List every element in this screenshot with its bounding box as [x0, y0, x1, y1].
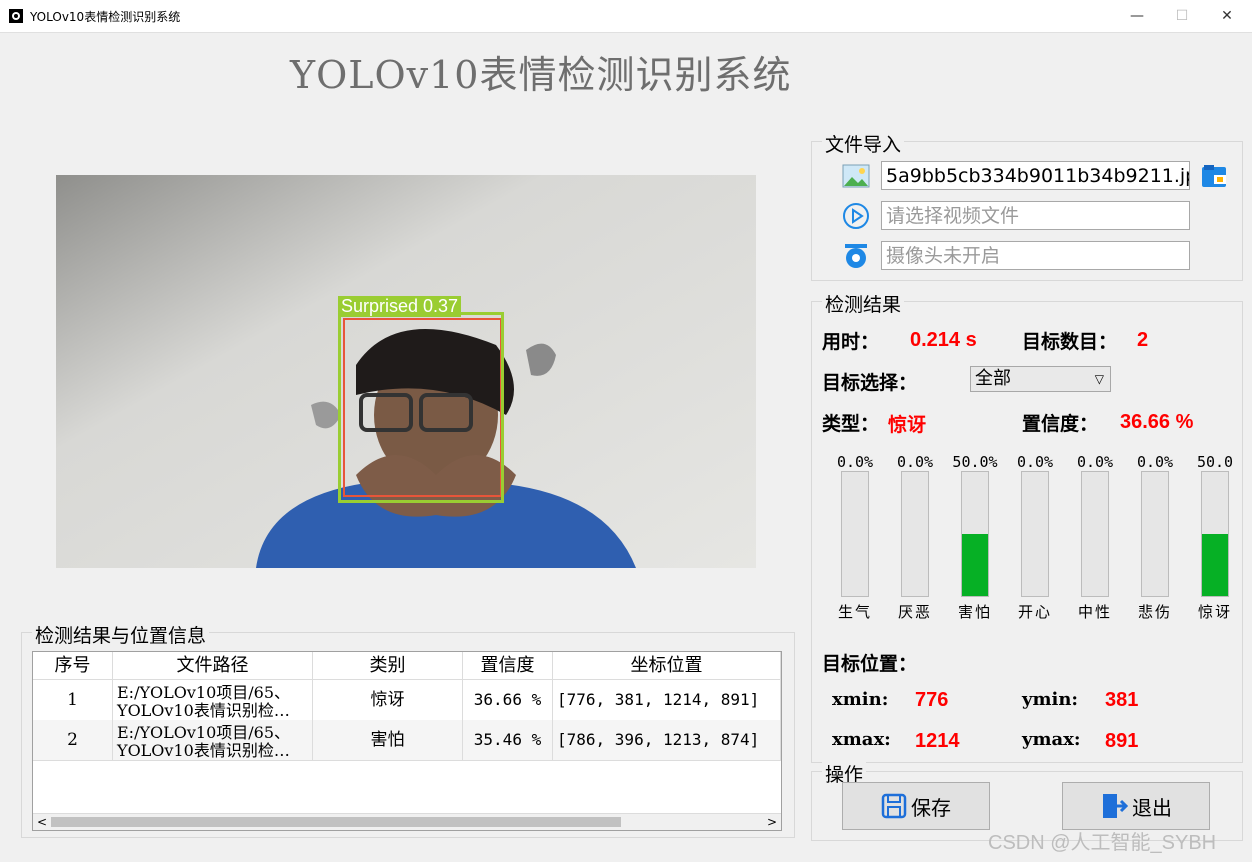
- emotion-label: 开心: [1017, 603, 1052, 621]
- emotion-percent: 0.0%: [896, 453, 934, 471]
- target-select[interactable]: 全部 ▽: [970, 366, 1111, 392]
- save-button[interactable]: 保存: [842, 782, 990, 830]
- count-label: 目标数目：: [1022, 331, 1118, 353]
- target-select-value: 全部: [975, 368, 1011, 389]
- col-header-confidence[interactable]: 置信度: [463, 652, 553, 680]
- image-path-input[interactable]: 5a9bb5cb334b9011b34b9211.jpg: [881, 161, 1190, 190]
- ymax-value: 891: [1105, 730, 1139, 752]
- emotion-bar: [1201, 471, 1229, 597]
- file-import-title: 文件导入: [822, 130, 905, 157]
- emotion-percent: 0.0%: [1136, 453, 1174, 471]
- save-icon: [881, 793, 907, 819]
- emotion-bar-fill: [962, 534, 988, 596]
- scrollbar-thumb[interactable]: [51, 817, 621, 827]
- cell-index: 2: [33, 720, 113, 760]
- emotion-label: 惊讶: [1197, 603, 1232, 621]
- emotion-label: 厌恶: [897, 603, 932, 621]
- xmax-value: 1214: [915, 730, 960, 752]
- scroll-left-icon[interactable]: <: [37, 814, 47, 830]
- detection-image: Fearful 0.35 Surprised 0.37: [56, 175, 756, 568]
- emotion-label: 中性: [1077, 603, 1112, 621]
- cell-coords: [776, 381, 1214, 891]: [553, 680, 781, 720]
- emotion-percent: 50.0%: [952, 453, 998, 471]
- cell-class: 害怕: [313, 720, 463, 760]
- camera-status-input[interactable]: 摄像头未开启: [881, 241, 1190, 270]
- col-header-class[interactable]: 类别: [313, 652, 463, 680]
- xmax-label: xmax:: [832, 729, 891, 750]
- table-title: 检测结果与位置信息: [32, 621, 210, 648]
- time-value: 0.214 s: [910, 329, 977, 351]
- chevron-down-icon: ▽: [1094, 372, 1104, 386]
- confidence-value: 36.66 %: [1120, 411, 1194, 433]
- xmin-value: 776: [915, 689, 949, 711]
- target-select-label: 目标选择：: [822, 372, 918, 394]
- emotion-label: 悲伤: [1137, 603, 1172, 621]
- emotion-bar: [841, 471, 869, 597]
- cell-index: 1: [33, 680, 113, 720]
- watermark: CSDN @人工智能_SYBH: [988, 832, 1217, 854]
- results-table: 序号 文件路径 类别 置信度 坐标位置 1 E:/YOLOv10项目/65、 Y…: [32, 651, 782, 831]
- camera-icon[interactable]: [842, 242, 870, 270]
- page-title: YOLOv10表情检测识别系统: [290, 53, 792, 97]
- exit-button-label: 退出: [1132, 795, 1172, 820]
- close-button[interactable]: ✕: [1204, 4, 1250, 28]
- exit-icon: [1103, 794, 1128, 818]
- cell-confidence: 35.46 %: [463, 720, 553, 760]
- scroll-right-icon[interactable]: >: [767, 814, 777, 830]
- emotion-label: 害怕: [957, 603, 992, 621]
- emotion-bar: [1141, 471, 1169, 597]
- type-label: 类型：: [822, 413, 880, 435]
- minimize-button[interactable]: —: [1114, 4, 1160, 28]
- col-header-path[interactable]: 文件路径: [113, 652, 313, 680]
- window-titlebar: YOLOv10表情检测识别系统 — ☐ ✕: [0, 0, 1252, 33]
- emotion-bar: [1021, 471, 1049, 597]
- emotion-bar: [901, 471, 929, 597]
- folder-open-icon[interactable]: [1200, 161, 1230, 191]
- target-position-label: 目标位置：: [822, 653, 918, 675]
- emotion-bar: [961, 471, 989, 597]
- xmin-label: xmin:: [832, 689, 889, 710]
- cell-path-line1: E:/YOLOv10项目/65、: [117, 683, 291, 702]
- horizontal-scrollbar[interactable]: < >: [33, 813, 781, 830]
- emotion-percent: 50.0: [1196, 453, 1234, 471]
- time-label: 用时：: [822, 331, 880, 353]
- emotion-percent: 0.0%: [1076, 453, 1114, 471]
- save-button-label: 保存: [911, 795, 951, 820]
- video-path-input[interactable]: 请选择视频文件: [881, 201, 1190, 230]
- table-row[interactable]: 2 E:/YOLOv10项目/65、 YOLOv10表情识别检… 害怕 35.4…: [33, 720, 781, 761]
- cell-path: E:/YOLOv10项目/65、 YOLOv10表情识别检…: [113, 720, 313, 760]
- cell-path: E:/YOLOv10项目/65、 YOLOv10表情识别检…: [113, 680, 313, 720]
- ymin-value: 381: [1105, 689, 1139, 711]
- emotion-percent: 0.0%: [1016, 453, 1054, 471]
- exit-button[interactable]: 退出: [1062, 782, 1210, 830]
- count-value: 2: [1137, 329, 1149, 351]
- cell-path-line1: E:/YOLOv10项目/65、: [117, 723, 291, 742]
- image-file-icon[interactable]: [842, 162, 870, 190]
- emotion-bar-fill: [1202, 534, 1228, 596]
- detection-label-surprised: Surprised 0.37: [338, 296, 462, 317]
- cell-coords: [786, 396, 1213, 874]: [553, 720, 781, 760]
- ymax-label: ymax:: [1022, 729, 1081, 750]
- emotion-label: 生气: [837, 603, 872, 621]
- video-play-icon[interactable]: [842, 202, 870, 230]
- col-header-index[interactable]: 序号: [33, 652, 113, 680]
- cell-class: 惊讶: [313, 680, 463, 720]
- cell-path-line2: YOLOv10表情识别检…: [117, 701, 290, 720]
- emotion-bar: [1081, 471, 1109, 597]
- cell-path-line2: YOLOv10表情识别检…: [117, 741, 290, 760]
- maximize-button[interactable]: ☐: [1159, 4, 1205, 28]
- app-icon: [9, 9, 23, 23]
- cell-confidence: 36.66 %: [463, 680, 553, 720]
- col-header-coords[interactable]: 坐标位置: [553, 652, 781, 680]
- table-row[interactable]: 1 E:/YOLOv10项目/65、 YOLOv10表情识别检… 惊讶 36.6…: [33, 680, 781, 721]
- ymin-label: ymin:: [1022, 689, 1079, 710]
- detection-box-surprised: [338, 312, 504, 503]
- results-title: 检测结果: [822, 290, 905, 317]
- confidence-label: 置信度：: [1022, 413, 1099, 435]
- emotion-percent: 0.0%: [836, 453, 874, 471]
- type-value: 惊讶: [888, 414, 927, 436]
- window-title: YOLOv10表情检测识别系统: [30, 10, 181, 24]
